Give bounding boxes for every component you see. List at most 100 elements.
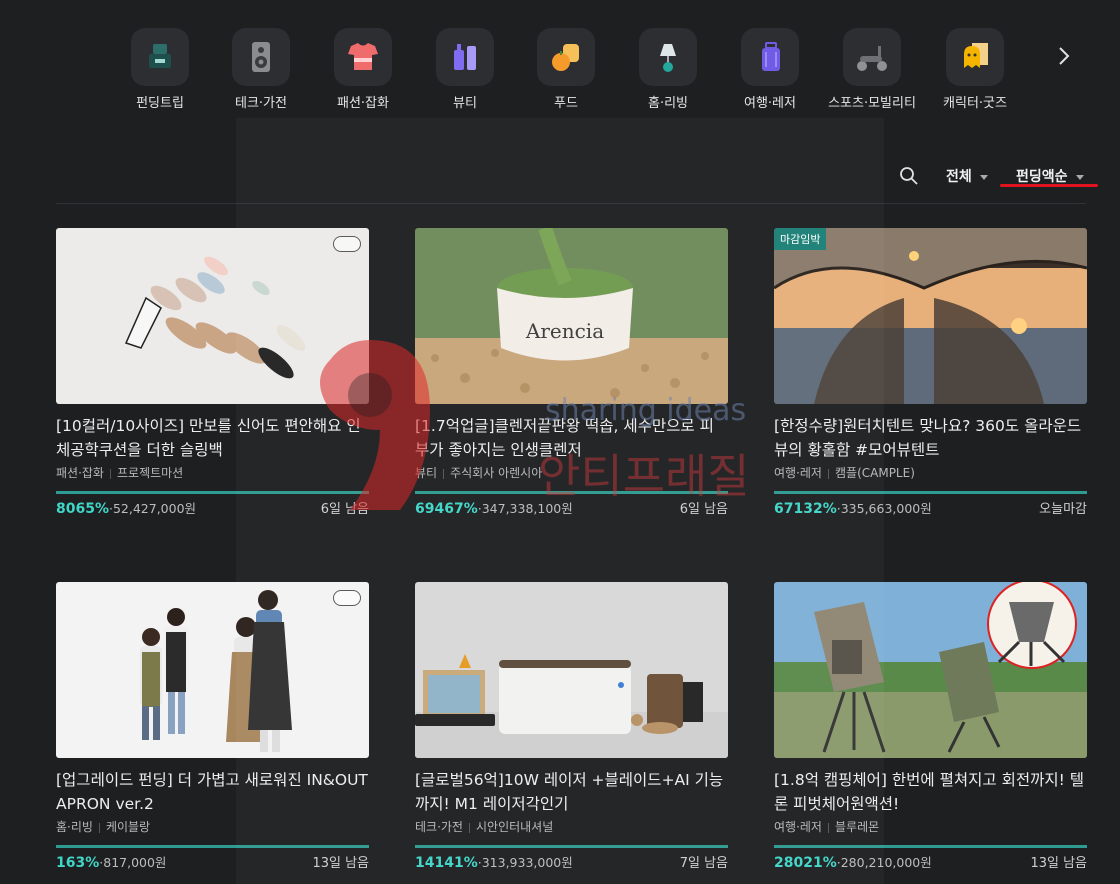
card-category: 여행·레저	[774, 466, 822, 480]
card-category: 여행·레저	[774, 820, 822, 834]
category-travel[interactable]: 여행·레저	[718, 28, 822, 111]
card-maker[interactable]: 블루레몬	[835, 820, 879, 834]
category-fashion[interactable]: 패션·잡화	[311, 28, 415, 111]
sort-dropdown[interactable]: 펀딩액순	[1016, 166, 1084, 186]
days-left: 7일 남음	[679, 856, 728, 871]
search-button[interactable]	[898, 165, 920, 187]
card-maker[interactable]: 시안인터내셔널	[476, 820, 553, 834]
days-left: 13일 남음	[1030, 856, 1087, 871]
caret-down-icon	[979, 174, 988, 180]
card-meta: 테크·가전 시안인터내셔널	[415, 818, 728, 835]
card-category: 테크·가전	[415, 820, 463, 834]
product-image-shoes[interactable]	[56, 228, 369, 404]
progress-bar	[415, 491, 728, 494]
project-card[interactable]: Arencia [1.7억업글]클렌저끝판왕 떡솝, 세수만으로 피부가 좋아지…	[415, 228, 728, 518]
card-maker[interactable]: 주식회사 아렌시아	[450, 466, 542, 480]
category-label: 테크·가전	[235, 96, 287, 111]
like-toggle[interactable]	[333, 236, 361, 252]
filter-all-dropdown[interactable]: 전체	[946, 166, 988, 186]
funding-amount: ·347,338,100원	[477, 501, 573, 516]
product-image-tent[interactable]: 마감임박	[774, 228, 1087, 404]
product-image-cleanser[interactable]: Arencia	[415, 228, 728, 404]
card-category: 뷰티	[415, 466, 438, 480]
funding-percent: 8065%	[56, 501, 109, 517]
progress-bar	[56, 845, 369, 848]
scooter-icon	[843, 28, 901, 86]
category-home[interactable]: 홈·리빙	[616, 28, 720, 111]
shirt-icon	[334, 28, 392, 86]
lamp-icon	[639, 28, 697, 86]
project-card[interactable]: [글로벌56억]10W 레이저 +블레이드+AI 기능까지! M1 레이저각인기…	[415, 582, 728, 872]
days-left: 6일 남음	[679, 502, 728, 517]
card-maker[interactable]: 캠플(CAMPLE)	[835, 466, 915, 480]
food-icon	[537, 28, 595, 86]
category-label: 스포츠·모빌리티	[828, 96, 916, 111]
card-maker[interactable]: 프로젝트마션	[117, 466, 183, 480]
funding-percent: 28021%	[774, 855, 837, 871]
card-stats: 67132%·335,663,000원 오늘마감	[774, 498, 1087, 518]
divider	[56, 203, 1086, 204]
category-bar: 펀딩트립 테크·가전 패션·잡화 뷰티 푸드 홈·리빙 여행·레저 스포츠·모빌…	[0, 28, 1120, 118]
card-meta: 홈·리빙 케이블랑	[56, 818, 369, 835]
category-label: 패션·잡화	[337, 96, 389, 111]
product-image-chair[interactable]	[774, 582, 1087, 758]
cosmetics-icon	[436, 28, 494, 86]
category-food[interactable]: 푸드	[514, 28, 618, 111]
brand-text: Arencia	[525, 319, 604, 343]
funding-amount: ·335,663,000원	[836, 501, 932, 516]
funding-percent: 14141%	[415, 855, 478, 871]
category-label: 뷰티	[453, 96, 477, 111]
card-title[interactable]: [업그레이드 펀딩] 더 가볍고 새로워진 IN&OUT APRON ver.2	[56, 768, 369, 816]
suitcase-icon	[741, 28, 799, 86]
card-title[interactable]: [1.8억 캠핑체어] 한번에 펼쳐지고 회전까지! 텔론 피벗체어원액션!	[774, 768, 1087, 816]
card-stats: 8065%·52,427,000원 6일 남음	[56, 498, 369, 518]
funding-trip-icon	[131, 28, 189, 86]
speaker-icon	[232, 28, 290, 86]
progress-bar	[774, 491, 1087, 494]
card-meta: 여행·레저 캠플(CAMPLE)	[774, 464, 1087, 481]
project-card[interactable]: [10컬러/10사이즈] 만보를 신어도 편안해요 인체공학쿠션을 더한 슬링백…	[56, 228, 369, 518]
search-icon	[900, 167, 918, 185]
project-card[interactable]: [1.8억 캠핑체어] 한번에 펼쳐지고 회전까지! 텔론 피벗체어원액션! 여…	[774, 582, 1087, 872]
annotation-underline	[1000, 184, 1098, 187]
category-beauty[interactable]: 뷰티	[413, 28, 517, 111]
progress-bar	[774, 845, 1087, 848]
card-maker[interactable]: 케이블랑	[106, 820, 150, 834]
card-meta: 뷰티 주식회사 아렌시아	[415, 464, 728, 481]
card-stats: 28021%·280,210,000원 13일 남음	[774, 852, 1087, 872]
category-funding-trip[interactable]: 펀딩트립	[108, 28, 212, 111]
category-character[interactable]: 캐릭터·굿즈	[923, 28, 1027, 111]
funding-amount: ·313,933,000원	[477, 855, 573, 870]
funding-amount: ·52,427,000원	[109, 501, 197, 516]
category-label: 푸드	[554, 96, 578, 111]
card-title[interactable]: [10컬러/10사이즈] 만보를 신어도 편안해요 인체공학쿠션을 더한 슬링백	[56, 414, 369, 462]
card-title[interactable]: [한정수량]원터치텐트 맞나요? 360도 올라운드 뷰의 황홀함 #모어뷰텐트	[774, 414, 1087, 462]
closing-soon-badge: 마감임박	[774, 228, 827, 250]
category-next-button[interactable]	[1050, 42, 1078, 70]
card-title[interactable]: [1.7억업글]클렌저끝판왕 떡솝, 세수만으로 피부가 좋아지는 인생클렌저	[415, 414, 728, 462]
product-image-apron[interactable]	[56, 582, 369, 758]
card-stats: 14141%·313,933,000원 7일 남음	[415, 852, 728, 872]
category-label: 캐릭터·굿즈	[943, 96, 1007, 111]
product-image-laser[interactable]	[415, 582, 728, 758]
card-meta: 여행·레저 블루레몬	[774, 818, 1087, 835]
days-left: 6일 남음	[320, 502, 369, 517]
category-tech[interactable]: 테크·가전	[209, 28, 313, 111]
days-left: 13일 남음	[312, 856, 369, 871]
category-label: 여행·레저	[744, 96, 796, 111]
category-label: 홈·리빙	[647, 96, 688, 111]
caret-down-icon	[1075, 174, 1084, 180]
chevron-right-icon	[1059, 47, 1070, 65]
project-card[interactable]: [업그레이드 펀딩] 더 가볍고 새로워진 IN&OUT APRON ver.2…	[56, 582, 369, 872]
funding-percent: 163%	[56, 855, 100, 871]
funding-amount: ·280,210,000원	[836, 855, 932, 870]
project-card[interactable]: 마감임박 [한정수량]원터치텐트 맞나요? 360도 올라운드 뷰의 황홀함 #…	[774, 228, 1087, 518]
card-meta: 패션·잡화 프로젝트마션	[56, 464, 369, 481]
days-left: 오늘마감	[1039, 502, 1087, 517]
category-sports[interactable]: 스포츠·모빌리티	[820, 28, 924, 111]
filter-all-label: 전체	[946, 169, 972, 185]
progress-bar	[415, 845, 728, 848]
like-toggle[interactable]	[333, 590, 361, 606]
card-title[interactable]: [글로벌56억]10W 레이저 +블레이드+AI 기능까지! M1 레이저각인기	[415, 768, 728, 816]
category-label: 펀딩트립	[136, 96, 184, 111]
